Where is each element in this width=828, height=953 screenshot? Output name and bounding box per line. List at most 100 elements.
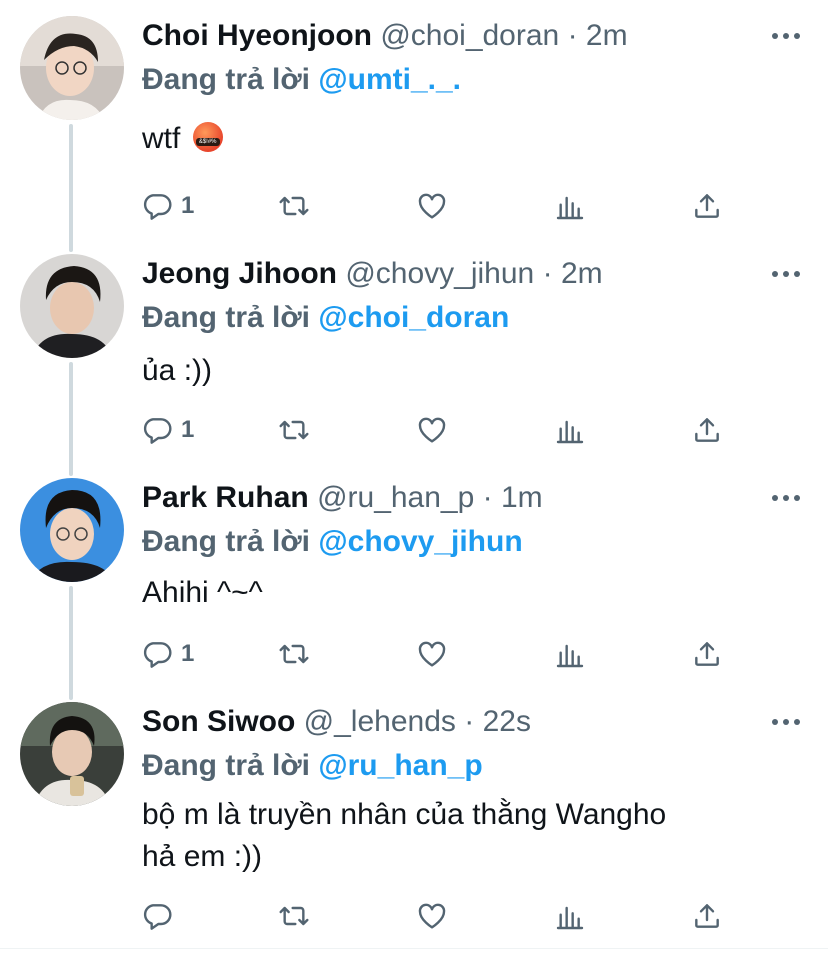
analytics-icon bbox=[556, 644, 584, 668]
more-options-button[interactable] bbox=[766, 254, 806, 294]
retweet-button[interactable] bbox=[278, 896, 310, 936]
retweet-icon bbox=[279, 644, 309, 664]
user-handle[interactable]: @_lehends bbox=[304, 705, 456, 738]
display-name[interactable]: Son Siwoo bbox=[142, 705, 295, 738]
like-icon bbox=[418, 417, 446, 443]
separator-dot: · bbox=[542, 257, 553, 290]
like-button[interactable] bbox=[416, 410, 448, 450]
tweet-text: bộ m là truyền nhân của thằng Wangho hả … bbox=[142, 794, 802, 878]
reply-button[interactable]: 1 bbox=[141, 186, 194, 226]
tweet-header: Park Ruhan @ru_han_p · 1m bbox=[142, 478, 543, 518]
cursing-emoji-icon: &$!#% bbox=[192, 122, 223, 152]
reply-icon bbox=[143, 194, 172, 220]
more-icon bbox=[772, 33, 800, 39]
reply-icon bbox=[143, 904, 172, 930]
more-options-button[interactable] bbox=[766, 478, 806, 518]
like-button[interactable] bbox=[416, 634, 448, 674]
more-options-button[interactable] bbox=[766, 702, 806, 742]
avatar-image bbox=[20, 254, 124, 358]
more-options-button[interactable] bbox=[766, 16, 806, 56]
analytics-icon bbox=[556, 906, 584, 930]
avatar[interactable] bbox=[20, 16, 124, 120]
like-icon bbox=[418, 193, 446, 219]
bottom-divider bbox=[0, 948, 828, 949]
share-button[interactable] bbox=[691, 896, 723, 936]
reply-count: 1 bbox=[181, 192, 195, 219]
timestamp[interactable]: 2m bbox=[586, 19, 628, 52]
reply-button[interactable]: 1 bbox=[141, 410, 194, 450]
action-bar: 1 bbox=[0, 634, 828, 674]
reply-button[interactable]: 1 bbox=[141, 634, 194, 674]
mention-link[interactable]: @choi_doran bbox=[318, 301, 509, 334]
more-icon bbox=[772, 271, 800, 277]
tweet-text-content: ủa :)) bbox=[142, 354, 213, 387]
analytics-icon bbox=[556, 420, 584, 444]
tweet-header: Choi Hyeonjoon @choi_doran · 2m bbox=[142, 16, 628, 56]
tweet-text: ủa :)) bbox=[142, 350, 802, 392]
retweet-icon bbox=[279, 420, 309, 440]
like-icon bbox=[418, 641, 446, 667]
avatar[interactable] bbox=[20, 702, 124, 806]
share-icon bbox=[695, 418, 719, 442]
avatar-image bbox=[20, 16, 124, 120]
mention-link[interactable]: @ru_han_p bbox=[318, 749, 482, 782]
avatar[interactable] bbox=[20, 478, 124, 582]
separator-dot: · bbox=[567, 19, 578, 52]
like-button[interactable] bbox=[416, 896, 448, 936]
tweet-text-line: hả em :)) bbox=[142, 840, 263, 873]
retweet-icon bbox=[279, 906, 309, 926]
mention-link[interactable]: @chovy_jihun bbox=[318, 525, 522, 558]
timestamp[interactable]: 2m bbox=[561, 257, 603, 290]
share-button[interactable] bbox=[691, 634, 723, 674]
user-handle[interactable]: @chovy_jihun bbox=[345, 257, 534, 290]
timestamp[interactable]: 1m bbox=[501, 481, 543, 514]
user-handle[interactable]: @choi_doran bbox=[380, 19, 559, 52]
share-button[interactable] bbox=[691, 410, 723, 450]
replying-to-label: Đang trả lời bbox=[142, 749, 311, 782]
retweet-button[interactable] bbox=[278, 186, 310, 226]
retweet-button[interactable] bbox=[278, 410, 310, 450]
mention-link[interactable]: @umti_._. bbox=[318, 63, 461, 96]
share-icon bbox=[695, 194, 719, 218]
action-bar: 1 bbox=[0, 186, 828, 226]
like-icon bbox=[418, 903, 446, 929]
replying-to-label: Đang trả lời bbox=[142, 525, 311, 558]
replying-to: Đang trả lời @umti_._. bbox=[142, 60, 461, 100]
tweet-text: wtf &$!#% bbox=[142, 118, 802, 160]
retweet-button[interactable] bbox=[278, 634, 310, 674]
display-name[interactable]: Choi Hyeonjoon bbox=[142, 19, 372, 52]
avatar-image bbox=[20, 702, 124, 806]
analytics-button[interactable] bbox=[554, 634, 586, 674]
tweet-text-content: wtf bbox=[142, 122, 181, 155]
share-button[interactable] bbox=[691, 186, 723, 226]
analytics-button[interactable] bbox=[554, 186, 586, 226]
separator-dot: · bbox=[464, 705, 475, 738]
replying-to: Đang trả lời @ru_han_p bbox=[142, 746, 483, 786]
action-bar: 1 bbox=[0, 410, 828, 450]
display-name[interactable]: Park Ruhan bbox=[142, 481, 309, 514]
share-icon bbox=[695, 642, 719, 666]
timestamp[interactable]: 22s bbox=[483, 705, 531, 738]
more-icon bbox=[772, 495, 800, 501]
reply-count: 1 bbox=[181, 416, 195, 443]
display-name[interactable]: Jeong Jihoon bbox=[142, 257, 337, 290]
reply-button[interactable] bbox=[141, 896, 173, 936]
action-bar bbox=[0, 896, 828, 936]
analytics-button[interactable] bbox=[554, 896, 586, 936]
share-icon bbox=[695, 904, 719, 928]
replying-to-label: Đang trả lời bbox=[142, 63, 311, 96]
user-handle[interactable]: @ru_han_p bbox=[317, 481, 474, 514]
tweet-text-line: bộ m là truyền nhân của thằng Wangho bbox=[142, 798, 667, 831]
emoji-symbols: &$!#% bbox=[195, 138, 220, 146]
tweet-header: Son Siwoo @_lehends · 22s bbox=[142, 702, 531, 742]
avatar-image bbox=[20, 478, 124, 582]
analytics-button[interactable] bbox=[554, 410, 586, 450]
tweet-header: Jeong Jihoon @chovy_jihun · 2m bbox=[142, 254, 603, 294]
avatar[interactable] bbox=[20, 254, 124, 358]
tweet-text-content: Ahihi ^~^ bbox=[142, 576, 263, 609]
separator-dot: · bbox=[482, 481, 493, 514]
more-icon bbox=[772, 719, 800, 725]
like-button[interactable] bbox=[416, 186, 448, 226]
reply-icon bbox=[143, 418, 172, 444]
replying-to: Đang trả lời @chovy_jihun bbox=[142, 522, 523, 562]
